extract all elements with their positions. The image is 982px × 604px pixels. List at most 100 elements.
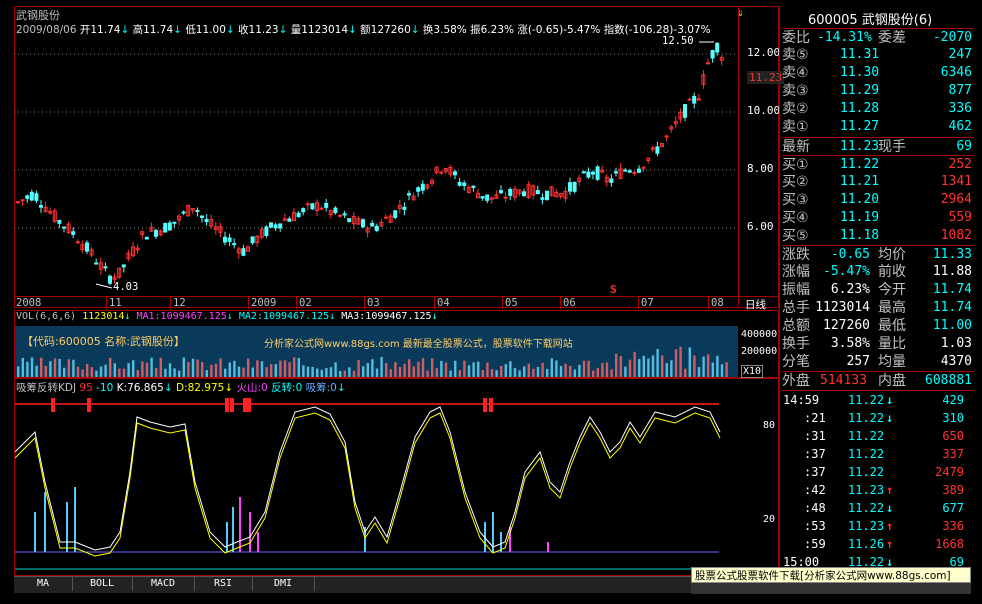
volume-bar <box>624 366 627 377</box>
ma1-arrow-icon: ↓ <box>226 311 233 322</box>
tick-row: :42 11.23 ↑ 389 <box>782 481 974 499</box>
volume-bar <box>30 357 34 377</box>
ad-line: 分析家公式网www.88gs.com 最新最全股票公式，股票软件下载网站 <box>264 339 573 350</box>
candle-body <box>623 169 628 172</box>
candle-body <box>301 208 306 213</box>
volume-header: VOL(6,6,6) 1123014↓ MA1:1099467.125↓ MA2… <box>16 311 438 322</box>
order-label: 卖③ <box>782 83 809 99</box>
volume-bar <box>187 362 190 377</box>
tick-row: :59 11.26 ↑ 1668 <box>782 535 974 553</box>
kdj-bars <box>34 487 549 552</box>
candle-body <box>407 193 411 196</box>
volume-bar <box>201 362 204 377</box>
candle-body <box>384 216 388 219</box>
sell-order-row: 卖④ 11.30 6346 <box>782 64 974 82</box>
tick-price: 11.22 <box>848 411 885 425</box>
buy-order-row: 买④ 11.19 559 <box>782 209 974 227</box>
volume-bar <box>711 362 714 377</box>
tick-price: 11.22 <box>848 393 885 407</box>
order-label: 买⑤ <box>782 228 809 244</box>
candle-body <box>632 171 637 174</box>
stat-label: 换手 <box>782 336 810 352</box>
last-vol-label: 现手 <box>878 139 906 155</box>
volume-bar <box>486 362 489 377</box>
volume-ma1: MA1:1099467.125 <box>136 311 227 322</box>
volume-bar <box>615 353 618 377</box>
volume-axis-label: 200000 <box>741 346 778 357</box>
order-label: 买① <box>782 157 809 173</box>
volume-bar <box>582 360 586 377</box>
tab-macd[interactable]: MACD <box>132 577 195 591</box>
volume-bar <box>35 365 38 377</box>
tab-dmi[interactable]: DMI <box>252 577 315 591</box>
tab-rsi[interactable]: RSI <box>194 577 253 591</box>
candle-body <box>154 229 158 237</box>
tick-volume: 337 <box>942 447 964 461</box>
tick-time: :53 <box>804 519 826 533</box>
price-axis: 12.00 10.00 8.00 6.00 11.23 <box>738 6 785 308</box>
kdj-signal-mark <box>247 398 251 412</box>
stat-label: 最低 <box>878 318 906 334</box>
inner-value: 608881 <box>925 373 972 388</box>
volume-bar <box>132 360 135 377</box>
volume-bar <box>477 361 480 377</box>
candle-body <box>393 210 398 219</box>
order-volume: 336 <box>948 101 972 116</box>
candle-body <box>572 181 577 192</box>
volume-bar <box>159 357 162 377</box>
candle-body <box>34 193 39 201</box>
vol-arrow-icon: ↓ <box>124 311 131 322</box>
volume-bar <box>596 368 599 377</box>
candle-body <box>278 223 283 229</box>
candle-body <box>402 206 407 210</box>
date-label: 07 <box>638 297 654 309</box>
candle-body <box>420 183 425 191</box>
volume-bar <box>49 361 52 377</box>
tab-ma[interactable]: MA <box>14 577 73 591</box>
stat-value: -5.47% <box>823 264 870 279</box>
volume-bar <box>316 368 319 377</box>
candle-body <box>85 242 89 252</box>
stat-label: 分笔 <box>782 354 810 370</box>
volume-bar <box>242 367 245 377</box>
stat-label: 均价 <box>878 247 906 263</box>
candlestick-chart[interactable] <box>14 30 738 296</box>
date-label: 2009 <box>248 297 276 309</box>
volume-bar <box>214 363 218 377</box>
tick-time: 14:59 <box>783 393 820 407</box>
candle-body <box>269 222 273 228</box>
volume-bar <box>274 364 277 377</box>
volume-bar <box>707 354 710 377</box>
order-volume: 252 <box>948 157 972 172</box>
volume-bar <box>325 368 328 377</box>
candle-body <box>627 170 632 173</box>
stat-value: 3.58% <box>830 336 870 351</box>
tab-boll[interactable]: BOLL <box>72 577 133 591</box>
order-price: 11.22 <box>840 157 880 172</box>
volume-bar <box>555 360 558 377</box>
candle-body <box>287 218 292 222</box>
buy-order-row: 买⑤ 11.18 1082 <box>782 227 974 245</box>
annotation-high: 12.50 <box>662 35 694 47</box>
stat-value: -0.65 <box>830 247 870 262</box>
volume-bar <box>339 370 342 377</box>
volume-bar <box>495 370 498 377</box>
volume-bar <box>398 366 402 377</box>
candle-body <box>361 219 365 228</box>
volume-bar <box>628 359 632 377</box>
kdj-axis-label: 80 <box>763 420 776 431</box>
kdj-chart[interactable] <box>15 392 738 574</box>
weicha-label: 委差 <box>878 30 906 46</box>
volume-bar <box>53 358 57 377</box>
tick-row: :31 11.22 650 <box>782 427 974 445</box>
kdj-signal-mark <box>87 398 91 412</box>
tick-volume: 650 <box>942 429 964 443</box>
volume-bar <box>63 367 66 377</box>
volume-bar <box>237 366 241 377</box>
volume-bar <box>366 363 369 377</box>
candle-body <box>462 182 467 187</box>
price-label: 12.00 <box>747 46 781 59</box>
ad-banner[interactable]: 股票公式股票软件下载[分析家公式网www.88gs.com] <box>691 567 971 583</box>
tick-volume: 336 <box>942 519 964 533</box>
sell-signal-marker: S <box>610 283 617 296</box>
